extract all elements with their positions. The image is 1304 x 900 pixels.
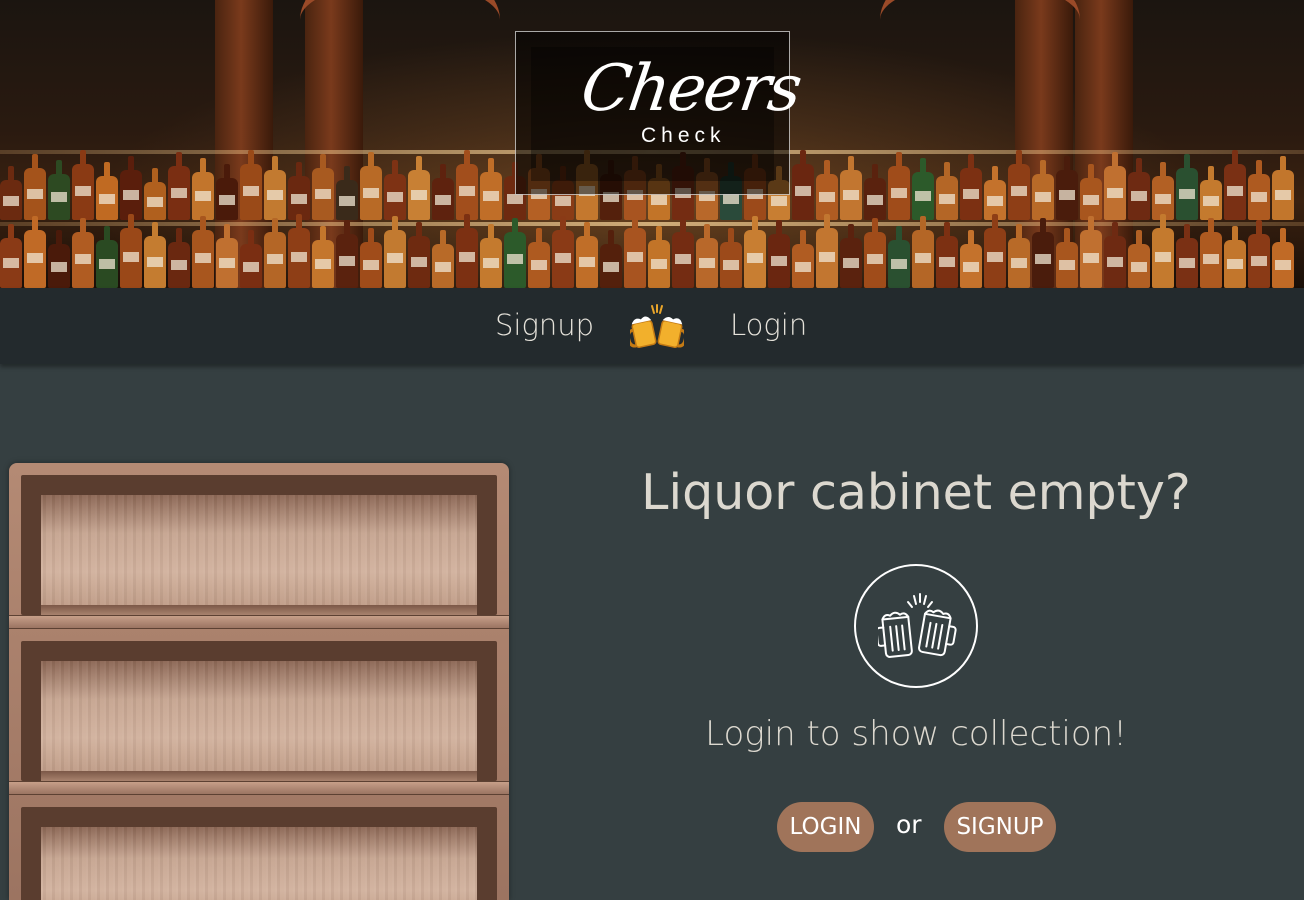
beer-mugs-cheers-icon xyxy=(854,564,978,688)
login-prompt-text: Login to show collection! xyxy=(705,714,1127,754)
shelf-cubby xyxy=(21,807,497,900)
shelf-divider xyxy=(9,781,509,795)
logo-sub-text: Check xyxy=(641,124,726,147)
hero-banner: Cheers Check xyxy=(0,0,1304,288)
hero-bottles-lower xyxy=(0,222,1304,288)
logo-script-text: Cheers xyxy=(576,52,805,126)
shelf-divider xyxy=(9,615,509,629)
or-separator: or xyxy=(896,810,922,839)
hero-arch xyxy=(880,0,1080,80)
nav-login-link[interactable]: Login xyxy=(730,308,807,342)
login-button[interactable]: LOGIN xyxy=(777,802,874,852)
empty-shelf-illustration xyxy=(9,463,509,900)
hero-arch xyxy=(300,0,500,80)
shelf-cubby xyxy=(21,475,497,615)
empty-cabinet-heading: Liquor cabinet empty? xyxy=(641,464,1191,521)
clinking-beer-mugs-icon[interactable] xyxy=(630,304,684,350)
shelf-cubby xyxy=(21,641,497,781)
nav-signup-link[interactable]: Signup xyxy=(495,308,594,342)
signup-button[interactable]: SIGNUP xyxy=(944,802,1056,852)
